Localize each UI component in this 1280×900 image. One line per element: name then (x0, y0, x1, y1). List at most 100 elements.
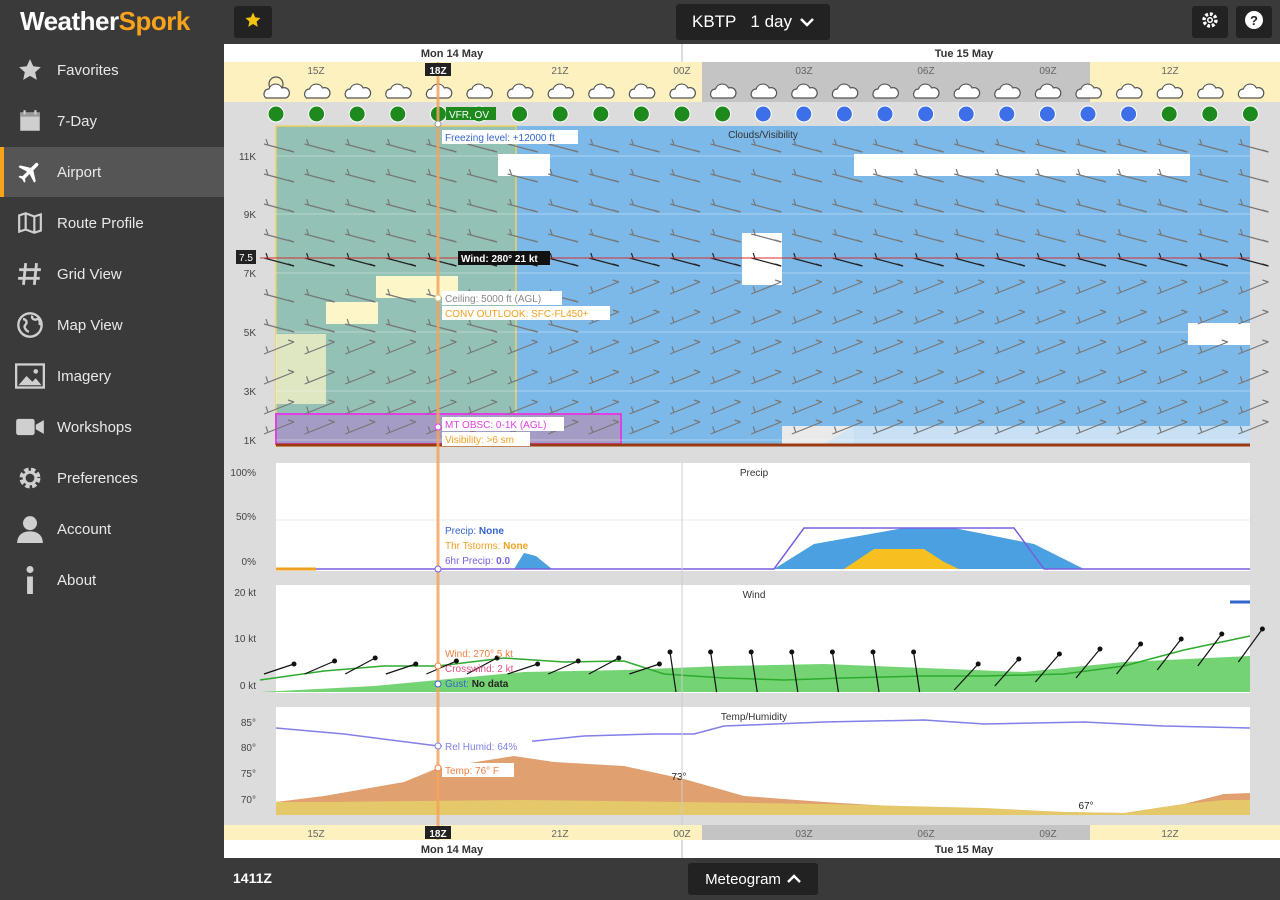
svg-text:?: ? (1250, 13, 1258, 28)
sidebar-item-preferences[interactable]: Preferences (0, 453, 224, 503)
precip-y-tick: 100% (230, 468, 256, 479)
precip-label: Precip: (445, 526, 476, 537)
info-icon (15, 565, 45, 595)
favorite-toggle-button[interactable] (234, 6, 272, 38)
flight-category-dot (795, 105, 813, 123)
conv-outlook-label: CONV OUTLOOK: SFC-FL450+ (445, 309, 589, 320)
precip-panel (276, 463, 1250, 571)
hour-label: 15Z (307, 829, 324, 840)
meteogram-svg[interactable]: Mon 14 May Tue 15 May 15Z 21Z 00Z 03Z 06Z 09Z… (224, 44, 1280, 858)
flight-category-dot (308, 105, 326, 123)
gear-icon (1201, 11, 1219, 34)
wind-aloft-label: Wind: 280° 21 kt (461, 254, 538, 265)
flight-category-dot (1241, 105, 1259, 123)
temp-annotation-67: 67° (1078, 801, 1093, 812)
sidebar-item-grid-view[interactable]: Grid View (0, 249, 224, 299)
hour-label: 12Z (1161, 66, 1178, 77)
clouds-y-tick: 7K (244, 269, 257, 280)
svg-text:Gust: No data: Gust: No data (445, 679, 509, 690)
precip-value: None (479, 526, 504, 537)
flight-category-dot (551, 105, 569, 123)
flight-category-dot (917, 105, 935, 123)
sidebar-item-7-day[interactable]: 7-Day (0, 96, 224, 146)
temp-y-tick: 70° (241, 795, 256, 806)
gust-label: Gust: (445, 679, 469, 690)
help-button[interactable]: ? (1236, 6, 1272, 38)
temp-panel-title: Temp/Humidity (721, 712, 787, 723)
svg-text:Thr Tstorms: None: Thr Tstorms: None (445, 541, 529, 552)
flight-category-dot (876, 105, 894, 123)
calendar-icon (15, 106, 45, 136)
flight-category-dot (267, 105, 285, 123)
flight-category-dot (1160, 105, 1178, 123)
hour-label: 21Z (551, 829, 568, 840)
current-hour-badge-bottom: 18Z (429, 829, 446, 840)
precip-y-tick: 0% (242, 557, 257, 568)
sidebar-item-about[interactable]: About (0, 555, 224, 605)
sidebar-item-label: About (57, 571, 97, 589)
hour-label: 06Z (917, 66, 934, 77)
ceiling-label: Ceiling: 5000 ft (AGL) (445, 294, 541, 305)
humidity-label: Rel Humid: 64% (445, 742, 517, 753)
image-icon (15, 361, 45, 391)
sidebar-item-airport[interactable]: Airport (0, 147, 224, 197)
settings-button[interactable] (1192, 6, 1228, 38)
day-label-mon-bottom: Mon 14 May (421, 844, 484, 856)
sidebar-item-favorites[interactable]: Favorites (0, 45, 224, 95)
flight-category-badge: VFR, OV (449, 110, 489, 121)
freezing-level-label: Freezing level: +12000 ft (445, 133, 555, 144)
flight-category-dot (754, 105, 772, 123)
temp-y-tick: 80° (241, 743, 256, 754)
sidebar-item-imagery[interactable]: Imagery (0, 351, 224, 401)
weatherspork-logo[interactable]: WeatherSpork (20, 6, 190, 37)
precip-y-tick: 50% (236, 512, 256, 523)
hour-label: 03Z (795, 829, 812, 840)
sidebar-item-map-view[interactable]: Map View (0, 300, 224, 350)
globe-icon (15, 310, 45, 340)
hour-label: 09Z (1039, 66, 1056, 77)
flight-category-dot (835, 105, 853, 123)
wind-y-tick: 10 kt (234, 634, 256, 645)
hour-label: 00Z (673, 66, 690, 77)
sidebar-item-label: 7-Day (57, 112, 98, 130)
svg-text:Precip: None: Precip: None (445, 526, 504, 537)
video-icon (15, 412, 45, 442)
sidebar-item-workshops[interactable]: Workshops (0, 402, 224, 452)
thunder-value: None (503, 541, 528, 552)
sidebar-item-account[interactable]: Account (0, 504, 224, 554)
clouds-y-tick: 1K (244, 436, 257, 447)
airport-range-selector[interactable]: KBTP 1 day (676, 4, 830, 40)
airport-code: KBTP (692, 12, 737, 31)
chevron-up-icon (787, 871, 801, 888)
gust-value: No data (472, 679, 509, 690)
meteogram-view-button[interactable]: Meteogram (688, 863, 818, 895)
temp-y-tick: 85° (241, 718, 256, 729)
view-label: Meteogram (705, 870, 781, 888)
crosswind-label: Crosswind: 2 kt (445, 664, 514, 675)
flight-category-dot (673, 105, 691, 123)
flight-category-dot (1038, 105, 1056, 123)
sidebar-item-route-profile[interactable]: Route Profile (0, 198, 224, 248)
top-bar: KBTP 1 day ? (224, 0, 1280, 44)
gear-icon (15, 463, 45, 493)
wind-y-tick: 20 kt (234, 588, 256, 599)
flight-category-dot (998, 105, 1016, 123)
current-hour-badge-top: 18Z (429, 66, 446, 77)
sidebar-item-label: Grid View (57, 265, 122, 283)
sidebar-item-label: Account (57, 520, 112, 538)
flight-category-dot (389, 105, 407, 123)
six-hr-precip-label: 6hr Precip: (445, 556, 493, 567)
clouds-y-tick: 9K (244, 210, 257, 221)
bottom-bar: 1411Z Meteogram (224, 858, 1280, 900)
star-icon (244, 11, 262, 34)
flight-category-dot (1079, 105, 1097, 123)
sidebar-item-label: Map View (57, 316, 123, 334)
wind-y-tick: 0 kt (240, 681, 256, 692)
help-icon: ? (1244, 10, 1264, 35)
flight-category-dot (1201, 105, 1219, 123)
hour-label: 12Z (1161, 829, 1178, 840)
flight-category-dot (1120, 105, 1138, 123)
hour-label: 09Z (1039, 829, 1056, 840)
sidebar-item-label: Preferences (57, 469, 138, 487)
wind-label: Wind: 270° 5 kt (445, 649, 513, 660)
